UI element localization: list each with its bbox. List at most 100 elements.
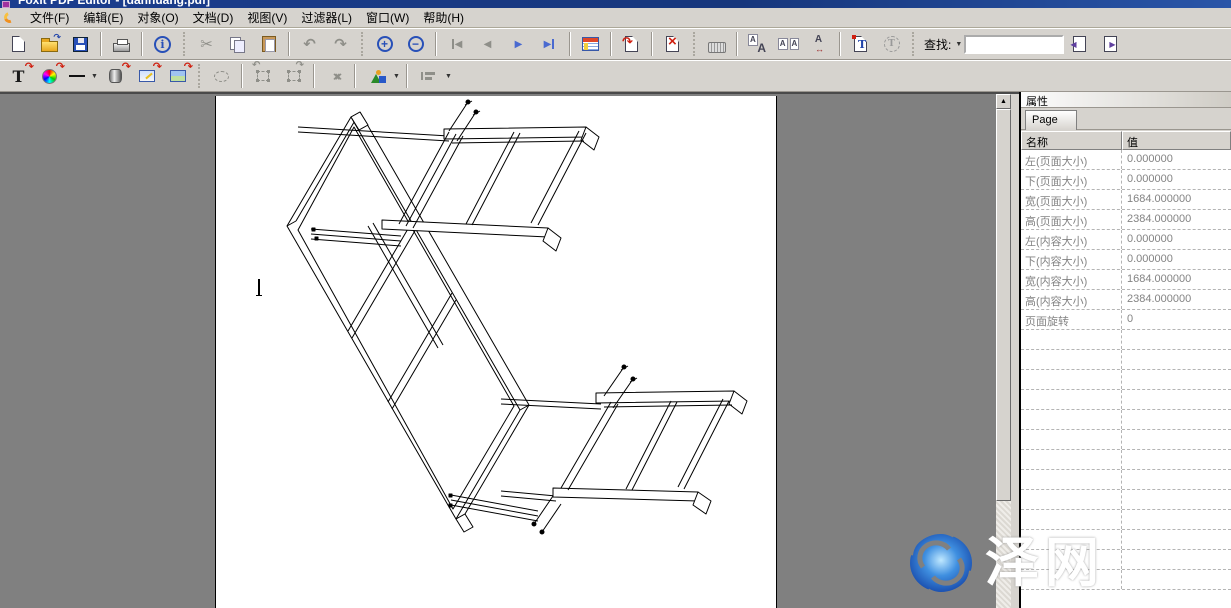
property-row[interactable]: 页面旋转0	[1021, 310, 1231, 330]
zoom-out-button[interactable]: −	[402, 31, 429, 57]
copy-button[interactable]	[224, 31, 251, 57]
transform-next-button[interactable]: ↷	[280, 63, 307, 89]
text-circle-icon: T	[884, 36, 900, 52]
find-input[interactable]	[964, 35, 1064, 54]
property-row[interactable]: 左(页面大小)0.000000	[1021, 150, 1231, 170]
align-button[interactable]	[414, 63, 441, 89]
redo-button[interactable]: ↷	[327, 31, 354, 57]
font-pair-button[interactable]: AA	[775, 31, 802, 57]
next-page-icon: ▶	[515, 39, 523, 50]
canvas-area[interactable]	[0, 92, 996, 608]
find-next-button[interactable]: ▶	[1097, 31, 1124, 57]
letter-spacing-button[interactable]: A↔	[806, 31, 833, 57]
keyboard-button[interactable]	[703, 31, 730, 57]
transform-icon	[257, 71, 269, 81]
font-size-button[interactable]: AA	[744, 31, 771, 57]
last-page-button[interactable]: ▶	[536, 31, 563, 57]
text-circle-button[interactable]: T	[878, 31, 905, 57]
page-layout-button[interactable]	[577, 31, 604, 57]
toolbar-grip[interactable]	[693, 32, 696, 56]
shapes-dropdown[interactable]: ▼	[391, 65, 402, 87]
window-title: Foxit PDF Editor - [danhuang.pdf]	[18, 0, 210, 7]
transform-prev-button[interactable]: ↶	[249, 63, 276, 89]
print-button[interactable]	[108, 31, 135, 57]
open-arrow-icon: ↷	[53, 32, 61, 43]
property-row[interactable]: 下(页面大小)0.000000	[1021, 170, 1231, 190]
add-shading-button[interactable]: ↷	[102, 63, 129, 89]
document-page[interactable]	[215, 96, 777, 608]
arrow-up-icon: ▲	[1000, 98, 1007, 105]
menu-file[interactable]: 文件(F)	[23, 7, 76, 28]
app-icon	[2, 1, 10, 8]
delete-page-button[interactable]: ×	[659, 31, 686, 57]
new-document-button[interactable]	[5, 31, 32, 57]
first-page-button[interactable]: ◀	[443, 31, 470, 57]
redo-icon: ↷	[334, 35, 347, 53]
menu-filter[interactable]: 过滤器(L)	[294, 7, 359, 28]
undo-button[interactable]: ↶	[296, 31, 323, 57]
menu-object[interactable]: 对象(O)	[130, 7, 185, 28]
delete-object-button[interactable]: ××	[321, 63, 348, 89]
find-prev-button[interactable]: ◀	[1066, 31, 1093, 57]
cross-icon: ××	[333, 69, 336, 84]
lasso-button[interactable]	[208, 63, 235, 89]
panel-title: 属性	[1021, 92, 1231, 108]
menu-document[interactable]: 文档(D)	[186, 7, 241, 28]
edit-image-button[interactable]: ↷	[133, 63, 160, 89]
shapes-3d-icon	[371, 70, 381, 83]
paste-icon	[262, 36, 276, 52]
zoom-in-button[interactable]: +	[371, 31, 398, 57]
find-dropdown-button[interactable]: ▼	[953, 33, 964, 55]
chevron-down-icon: ▼	[393, 73, 400, 80]
menu-window[interactable]: 窗口(W)	[359, 7, 416, 28]
property-row[interactable]: 左(内容大小)0.000000	[1021, 230, 1231, 250]
open-button[interactable]: ↷	[36, 31, 63, 57]
color-wheel-icon	[42, 69, 57, 84]
panel-splitter[interactable]	[1011, 92, 1019, 608]
menu-edit[interactable]: 编辑(E)	[76, 7, 130, 28]
cut-icon: ✂	[200, 35, 213, 53]
letter-spacing-icon: A↔	[815, 35, 824, 54]
panel-tabs: Page	[1021, 108, 1231, 130]
next-page-button[interactable]: ▶	[505, 31, 532, 57]
scrollbar-thumb[interactable]	[996, 109, 1011, 501]
rotate-page-button[interactable]: ↷	[618, 31, 645, 57]
align-dropdown[interactable]: ▼	[443, 65, 454, 87]
wireframe-drawing	[216, 96, 777, 608]
scroll-up-button[interactable]: ▲	[996, 94, 1011, 109]
toolbar-grip[interactable]	[183, 32, 186, 56]
vertical-scrollbar[interactable]: ▲	[996, 92, 1011, 608]
add-text-button[interactable]: T↷	[5, 63, 32, 89]
undo-icon: ↶	[303, 35, 316, 53]
chevron-down-icon: ▼	[91, 73, 98, 80]
toolbar-grip[interactable]	[912, 32, 915, 56]
shapes-button[interactable]	[362, 63, 389, 89]
save-button[interactable]	[67, 31, 94, 57]
save-icon	[73, 37, 88, 52]
property-row[interactable]: 高(页面大小)2384.000000	[1021, 210, 1231, 230]
cut-button[interactable]: ✂	[193, 31, 220, 57]
add-image-button[interactable]: ↷	[164, 63, 191, 89]
toolbar-grip[interactable]	[198, 64, 201, 88]
add-text-icon: T	[13, 67, 25, 86]
add-color-button[interactable]: ↷	[36, 63, 63, 89]
paste-button[interactable]	[255, 31, 282, 57]
line-style-dropdown[interactable]: ▼	[89, 65, 100, 87]
prev-page-button[interactable]: ◀	[474, 31, 501, 57]
menu-view[interactable]: 视图(V)	[240, 7, 294, 28]
chevron-down-icon: ▼	[955, 41, 962, 48]
toolbar-grip[interactable]	[361, 32, 364, 56]
property-row[interactable]: 高(内容大小)2384.000000	[1021, 290, 1231, 310]
property-row[interactable]: 下(内容大小)0.000000	[1021, 250, 1231, 270]
copy-icon	[230, 37, 245, 52]
tab-page[interactable]: Page	[1025, 110, 1077, 130]
property-row[interactable]: 宽(页面大小)1684.000000	[1021, 190, 1231, 210]
menu-help[interactable]: 帮助(H)	[416, 7, 471, 28]
keyboard-icon	[708, 42, 726, 53]
property-row[interactable]: 宽(内容大小)1684.000000	[1021, 270, 1231, 290]
document-menu-icon[interactable]	[2, 10, 17, 25]
about-button[interactable]: i	[149, 31, 176, 57]
insert-text-button[interactable]: T	[847, 31, 874, 57]
line-style-button[interactable]	[67, 63, 87, 89]
column-header-value: 值	[1122, 131, 1231, 150]
